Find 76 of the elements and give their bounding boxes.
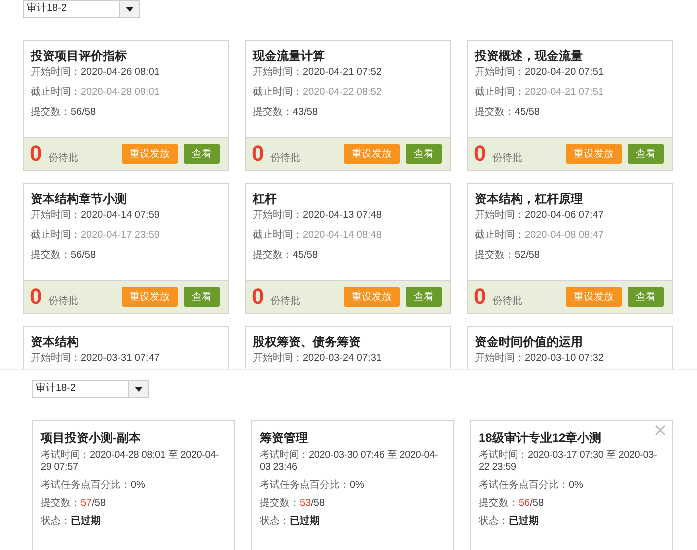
submission-count: 提交数：53/58 xyxy=(260,498,326,510)
pending-label: 份待批 xyxy=(270,294,302,308)
pending-count: 0 xyxy=(474,142,486,166)
view-button[interactable]: 查看 xyxy=(406,287,442,307)
task-title: 现金流量计算 xyxy=(253,48,326,65)
view-button[interactable]: 查看 xyxy=(184,144,220,164)
exam-time: 考试时间：2020-04-28 08:01 至 2020-04-29 07:57 xyxy=(41,450,220,474)
reassign-button[interactable]: 重设发放 xyxy=(344,144,400,164)
reassign-button[interactable]: 重设发放 xyxy=(122,144,178,164)
reassign-button[interactable]: 重设发放 xyxy=(566,144,622,164)
start-time: 开始时间：2020-04-26 08:01 xyxy=(31,67,161,79)
pending-label: 份待批 xyxy=(492,294,524,308)
class-select[interactable]: 审计18-2 xyxy=(23,0,140,18)
task-title: 资本结构，杠杆原理 xyxy=(475,191,584,208)
pending-count: 0 xyxy=(30,142,42,166)
submission-count: 提交数：45/58 xyxy=(475,107,542,119)
start-time: 开始时间：2020-04-13 07:48 xyxy=(253,210,383,222)
task-percent: 考试任务点百分比：0% xyxy=(41,480,146,492)
end-time: 截止时间：2020-04-08 08:47 xyxy=(475,230,605,242)
submission-count: 提交数：56/58 xyxy=(479,498,546,510)
task-title: 投资概述，现金流量 xyxy=(475,48,584,65)
view-button[interactable]: 查看 xyxy=(628,287,664,307)
pending-count: 0 xyxy=(30,285,42,309)
pending-label: 份待批 xyxy=(270,152,302,165)
end-time: 截止时间：2020-04-21 07:51 xyxy=(475,87,605,99)
select-value: 审计18-2 xyxy=(26,2,68,16)
task-title: 资金时间价值的运用 xyxy=(475,334,584,351)
caret-down-icon xyxy=(126,6,134,12)
view-button[interactable]: 查看 xyxy=(628,144,664,164)
submission-count: 提交数：56/58 xyxy=(31,107,98,119)
exam-title: 筹资管理 xyxy=(260,430,309,447)
start-time: 开始时间：2020-03-31 07:47 xyxy=(31,353,161,365)
view-button[interactable]: 查看 xyxy=(184,287,220,307)
submission-count: 提交数：56/58 xyxy=(31,250,98,262)
exam-title: 项目投资小测-副本 xyxy=(41,430,142,447)
end-time: 截止时间：2020-04-17 23:59 xyxy=(31,230,161,242)
start-time: 开始时间：2020-04-14 07:59 xyxy=(31,210,161,222)
exam-status: 状态：已过期 xyxy=(479,516,540,528)
task-title: 杠杆 xyxy=(253,191,278,208)
end-time: 截止时间：2020-04-22 08:52 xyxy=(253,87,383,99)
caret-down-icon xyxy=(134,386,142,392)
task-percent: 考试任务点百分比：0% xyxy=(479,480,584,492)
submission-count: 提交数：52/58 xyxy=(475,250,542,262)
submission-count: 提交数：57/58 xyxy=(41,498,108,510)
view-button[interactable]: 查看 xyxy=(406,144,442,164)
pending-label: 份待批 xyxy=(48,152,80,165)
end-time: 截止时间：2020-04-28 09:01 xyxy=(31,87,161,99)
close-icon[interactable] xyxy=(655,425,666,436)
start-time: 开始时间：2020-03-10 07:32 xyxy=(475,353,605,365)
select-value: 审计18-2 xyxy=(35,382,78,396)
class-select[interactable]: 审计18-2 xyxy=(32,380,149,398)
task-title: 资本结构 xyxy=(31,334,80,351)
exam-time: 考试时间：2020-03-17 07:30 至 2020-03-22 23:59 xyxy=(479,450,658,474)
pending-label: 份待批 xyxy=(48,294,80,308)
task-title: 投资项目评价指标 xyxy=(31,48,128,65)
task-title: 资本结构章节小测 xyxy=(31,191,128,208)
pending-count: 0 xyxy=(252,285,264,309)
pending-count: 0 xyxy=(252,142,264,166)
start-time: 开始时间：2020-04-21 07:52 xyxy=(253,67,383,79)
start-time: 开始时间：2020-04-06 07:47 xyxy=(475,210,605,222)
reassign-button[interactable]: 重设发放 xyxy=(344,287,400,307)
task-percent: 考试任务点百分比：0% xyxy=(260,480,366,492)
submission-count: 提交数：43/58 xyxy=(253,107,320,119)
exam-status: 状态：已过期 xyxy=(260,516,321,528)
end-time: 截止时间：2020-04-14 08:48 xyxy=(253,230,383,242)
task-title: 股权筹资、债务筹资 xyxy=(253,334,362,351)
start-time: 开始时间：2020-03-24 07:31 xyxy=(253,353,383,365)
exam-status: 状态：已过期 xyxy=(41,516,102,528)
submission-count: 提交数：45/58 xyxy=(253,250,320,262)
pending-label: 份待批 xyxy=(492,152,524,165)
pending-count: 0 xyxy=(474,285,486,309)
exam-title: 18级审计专业12章小测 xyxy=(479,430,603,447)
reassign-button[interactable]: 重设发放 xyxy=(566,287,622,307)
reassign-button[interactable]: 重设发放 xyxy=(122,287,178,307)
start-time: 开始时间：2020-04-20 07:51 xyxy=(475,67,605,79)
exam-time: 考试时间：2020-03-30 07:46 至 2020-04-03 23:46 xyxy=(260,450,440,474)
